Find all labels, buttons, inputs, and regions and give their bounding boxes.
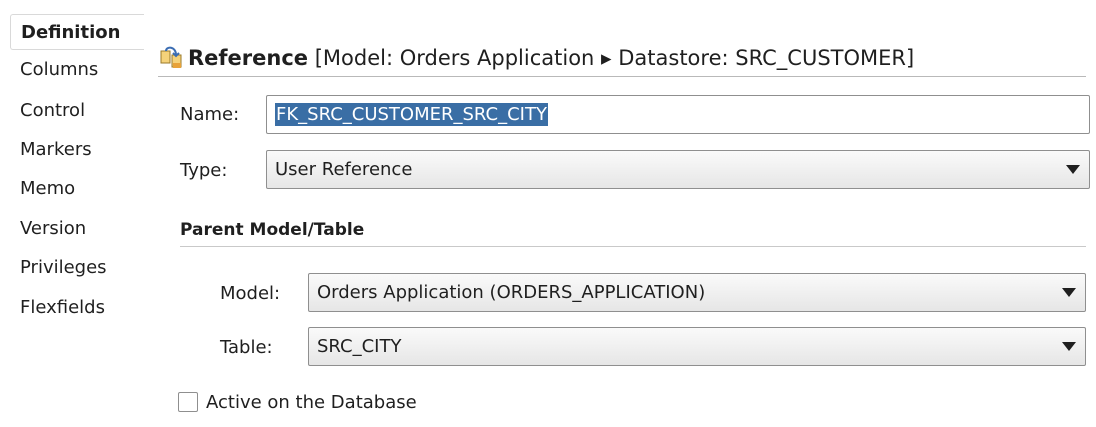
active-on-database-label[interactable]: Active on the Database: [206, 392, 417, 413]
tab-memo[interactable]: Memo: [10, 171, 144, 206]
sidebar-tabs: Definition Columns Control Markers Memo …: [10, 14, 144, 427]
type-value: User Reference: [275, 159, 413, 180]
tab-privileges[interactable]: Privileges: [10, 250, 144, 285]
type-label: Type:: [180, 160, 228, 181]
tab-markers[interactable]: Markers: [10, 132, 144, 167]
table-select[interactable]: SRC_CITY: [308, 327, 1086, 366]
chevron-down-icon[interactable]: [1062, 288, 1076, 297]
parent-model-table-section: Parent Model/Table: [180, 218, 1086, 247]
model-select[interactable]: Orders Application (ORDERS_APPLICATION): [308, 273, 1086, 312]
definition-panel: Reference [Model: Orders Application ▸ D…: [144, 0, 1096, 427]
tab-flexfields[interactable]: Flexfields: [10, 290, 144, 325]
panel-title: Reference [Model: Orders Application ▸ D…: [188, 46, 914, 70]
tab-control[interactable]: Control: [10, 93, 144, 128]
panel-header: Reference [Model: Orders Application ▸ D…: [158, 40, 1086, 77]
name-field[interactable]: FK_SRC_CUSTOMER_SRC_CITY: [266, 95, 1090, 134]
chevron-down-icon[interactable]: [1066, 165, 1080, 174]
name-value: FK_SRC_CUSTOMER_SRC_CITY: [275, 103, 548, 126]
type-select[interactable]: User Reference: [266, 150, 1090, 189]
model-label: Model:: [220, 283, 281, 304]
tab-columns[interactable]: Columns: [10, 52, 144, 87]
panel-title-prefix: Reference: [188, 46, 309, 70]
table-value: SRC_CITY: [317, 336, 402, 357]
tab-version[interactable]: Version: [10, 211, 144, 246]
name-label: Name:: [180, 104, 240, 125]
active-on-database-checkbox[interactable]: [178, 392, 198, 412]
reference-icon: [160, 46, 182, 68]
model-value: Orders Application (ORDERS_APPLICATION): [317, 282, 706, 303]
tab-definition[interactable]: Definition: [10, 14, 144, 50]
chevron-down-icon[interactable]: [1062, 342, 1076, 351]
table-label: Table:: [220, 337, 273, 358]
panel-title-context: [Model: Orders Application ▸ Datastore: …: [308, 46, 915, 70]
